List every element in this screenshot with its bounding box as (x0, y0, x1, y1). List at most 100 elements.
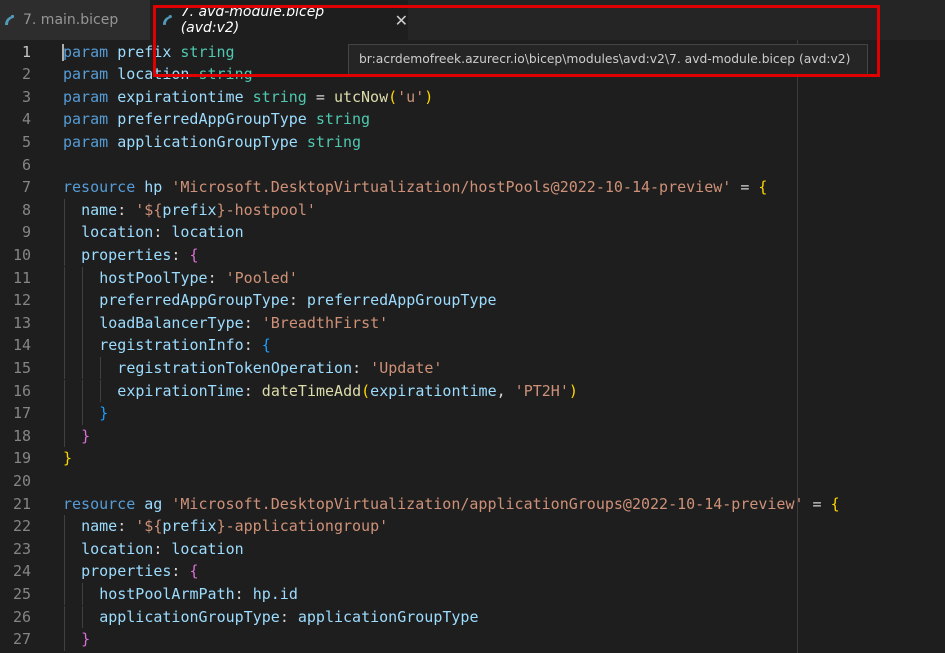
code-line[interactable]: 23 location: location (0, 537, 945, 561)
code-token: 'PT2H' (514, 381, 569, 400)
code-editor[interactable]: 1 param prefix string 2 param location stri… (0, 40, 945, 653)
indent-guide (64, 289, 65, 312)
indent-guide (64, 379, 65, 403)
code-line[interactable]: 17} (0, 402, 945, 425)
line-number: 24 (12, 562, 31, 581)
indent-guide (64, 402, 65, 425)
code-token: param (63, 110, 109, 129)
code-text: param location string (63, 63, 253, 86)
code-token: properties (81, 562, 172, 581)
tab-avd-module-bicep[interactable]: 7. avd-module.bicep (avd:v2) ✕ (150, 0, 408, 40)
line-number: 9 (21, 223, 31, 242)
code-token: { (189, 245, 199, 264)
code-line[interactable]: 19} (0, 447, 945, 470)
code-token: } (81, 630, 91, 649)
code-token: ( (388, 87, 398, 106)
code-token: : (279, 607, 298, 626)
code-line[interactable]: 18} (0, 424, 945, 448)
line-number: 8 (21, 200, 31, 219)
indent-guide (82, 289, 83, 312)
code-token: : (288, 291, 307, 310)
code-text: param applicationGroupType string (63, 131, 361, 154)
code-line[interactable]: 13 loadBalancerType: 'BreadthFirst' (0, 311, 945, 335)
tab-main-bicep[interactable]: 7. main.bicep (0, 0, 150, 40)
code-line[interactable]: 25 hostPoolArmPath: hp.id (0, 582, 945, 606)
code-line[interactable]: 12 preferredAppGroupType: preferredAppGro… (0, 289, 945, 312)
code-token: param (63, 42, 109, 61)
indent-guide (82, 266, 83, 290)
code-token: hostPoolArmPath (99, 584, 235, 603)
code-token: = (731, 178, 759, 197)
code-line[interactable]: 9 location: location (0, 221, 945, 244)
code-token: { (758, 178, 768, 197)
code-text: } (81, 628, 90, 651)
line-number: 13 (12, 313, 31, 332)
code-token: : (234, 584, 253, 603)
line-number: 3 (21, 87, 31, 106)
code-token: param (63, 65, 109, 84)
line-number: 23 (12, 539, 31, 558)
code-line[interactable]: 16 expirationTime: dateTimeAdd(expiration… (0, 379, 945, 403)
code-text: registrationInfo: { (99, 334, 271, 357)
code-line[interactable]: 20 (0, 470, 945, 493)
code-token: param (63, 132, 109, 151)
code-line[interactable]: 21 resource ag 'Microsoft.DesktopVirtuali… (0, 493, 945, 516)
line-number: 19 (12, 449, 31, 468)
line-number: 22 (12, 517, 31, 536)
code-token: hp (144, 178, 163, 197)
line-number: 27 (12, 630, 31, 649)
code-token: param (63, 87, 109, 106)
code-token: }-applicationgroup' (216, 517, 389, 536)
code-line[interactable]: 27} (0, 628, 945, 651)
line-number: 7 (21, 178, 31, 197)
code-line[interactable]: 11 hostPoolType: 'Pooled' (0, 266, 945, 290)
code-token: string (180, 42, 235, 61)
code-token: registrationTokenOperation (117, 358, 353, 377)
indent-guide (64, 334, 65, 357)
code-token: { (189, 562, 199, 581)
line-number: 25 (12, 584, 31, 603)
code-token: name (81, 517, 118, 536)
indent-guide (64, 605, 65, 629)
code-line[interactable]: 6 (0, 154, 945, 177)
code-line[interactable]: 22 name: '${prefix}-applicationgroup' (0, 515, 945, 538)
code-line[interactable]: 7 resource hp 'Microsoft.DesktopVirtualiz… (0, 176, 945, 199)
code-token: loadBalancerType (99, 313, 244, 332)
code-token: : (153, 223, 172, 242)
code-token: 'u' (397, 87, 425, 106)
line-number: 16 (12, 381, 31, 400)
code-line[interactable]: 4 param preferredAppGroupType string (0, 108, 945, 131)
indent-guide (64, 356, 65, 380)
code-token: hostPoolType (99, 268, 208, 287)
code-line[interactable]: 26 applicationGroupType: applicationGroup… (0, 605, 945, 629)
code-token: resource (63, 494, 136, 513)
code-token: { (261, 336, 271, 355)
indent-guide (82, 356, 83, 380)
code-token: hp.id (252, 584, 298, 603)
code-token: : (352, 358, 371, 377)
indent-guide (82, 379, 83, 403)
code-token: } (81, 426, 91, 445)
code-token: expirationtime (370, 381, 497, 400)
line-number: 12 (12, 291, 31, 310)
code-token: prefix (117, 42, 172, 61)
code-token: : (117, 200, 136, 219)
line-number: 10 (12, 245, 31, 264)
code-line[interactable]: 14 registrationInfo: { (0, 334, 945, 357)
code-text: registrationTokenOperation: 'Update' (117, 357, 442, 380)
code-line[interactable]: 10 properties: { (0, 243, 945, 267)
code-token: location (171, 539, 244, 558)
close-icon[interactable]: ✕ (395, 11, 408, 30)
code-token: } (63, 449, 73, 468)
code-line[interactable]: 5 param applicationGroupType string (0, 131, 945, 154)
code-token: : (171, 562, 190, 581)
code-text: name: '${prefix}-applicationgroup' (81, 515, 388, 538)
code-token: preferredAppGroupType (117, 110, 307, 129)
code-line[interactable]: 3 param expirationtime string = utcNow('u… (0, 86, 945, 109)
code-line[interactable]: 24 properties: { (0, 560, 945, 583)
code-token: preferredAppGroupType (306, 291, 497, 310)
code-line[interactable]: 15 registrationTokenOperation: 'Update' (0, 356, 945, 380)
indent-guide (64, 198, 65, 222)
code-line[interactable]: 8 name: '${prefix}-hostpool' (0, 198, 945, 222)
